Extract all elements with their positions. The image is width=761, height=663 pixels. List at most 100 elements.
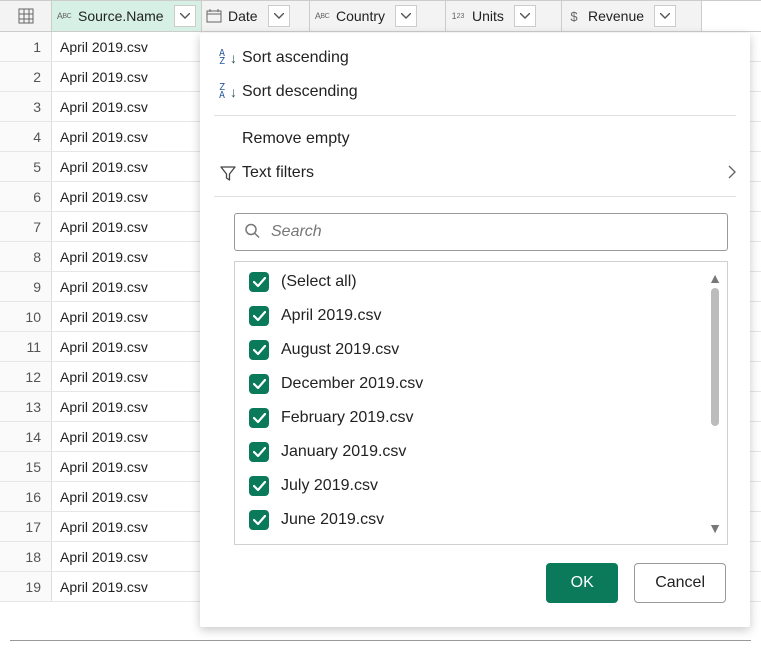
checkbox-checked-icon[interactable]: [249, 306, 269, 326]
filter-value-label: (Select all): [281, 273, 357, 291]
filter-value-item[interactable]: December 2019.csv: [249, 374, 713, 394]
cell-source-name[interactable]: April 2019.csv: [52, 422, 202, 451]
column-header-source-name[interactable]: ABC Source.Name: [52, 1, 202, 31]
cancel-button[interactable]: Cancel: [634, 563, 726, 603]
checkbox-checked-icon[interactable]: [249, 442, 269, 462]
cell-source-name[interactable]: April 2019.csv: [52, 242, 202, 271]
column-header-date[interactable]: Date: [202, 1, 310, 31]
filter-value-label: August 2019.csv: [281, 341, 399, 359]
checkbox-checked-icon[interactable]: [249, 408, 269, 428]
filter-value-item[interactable]: July 2019.csv: [249, 476, 713, 496]
text-filters-item[interactable]: Text filters: [200, 156, 750, 190]
row-number: 5: [0, 152, 52, 181]
row-number: 1: [0, 32, 52, 61]
menu-label: Sort ascending: [242, 49, 349, 67]
cell-source-name[interactable]: April 2019.csv: [52, 122, 202, 151]
column-name: Date: [226, 8, 266, 24]
number-type-icon: 123: [446, 11, 470, 21]
filter-value-item[interactable]: June 2019.csv: [249, 510, 713, 530]
cell-source-name[interactable]: April 2019.csv: [52, 512, 202, 541]
cell-source-name[interactable]: April 2019.csv: [52, 362, 202, 391]
cell-source-name[interactable]: April 2019.csv: [52, 182, 202, 211]
cell-source-name[interactable]: April 2019.csv: [52, 482, 202, 511]
chevron-down-icon: [520, 13, 530, 19]
search-input[interactable]: [234, 213, 728, 251]
scroll-down-icon[interactable]: ▼: [708, 520, 722, 536]
filter-value-label: April 2019.csv: [281, 307, 382, 325]
row-number: 18: [0, 542, 52, 571]
chevron-down-icon: [660, 13, 670, 19]
filter-value-label: July 2019.csv: [281, 477, 378, 495]
column-header-country[interactable]: ABC Country: [310, 1, 446, 31]
menu-label: Remove empty: [242, 130, 350, 148]
cell-source-name[interactable]: April 2019.csv: [52, 542, 202, 571]
column-name: Country: [334, 8, 393, 24]
checkbox-checked-icon[interactable]: [249, 476, 269, 496]
sort-descending-item[interactable]: ZA↓ Sort descending: [200, 75, 750, 109]
checkbox-checked-icon[interactable]: [249, 272, 269, 292]
cell-source-name[interactable]: April 2019.csv: [52, 572, 202, 601]
chevron-right-icon: [728, 165, 736, 182]
column-filter-button-revenue[interactable]: [654, 5, 676, 27]
column-filter-button-date[interactable]: [268, 5, 290, 27]
scrollbar-track[interactable]: [711, 288, 719, 518]
filter-value-item[interactable]: April 2019.csv: [249, 306, 713, 326]
row-number: 11: [0, 332, 52, 361]
search-field-wrap: [234, 213, 728, 251]
column-header-row: ABC Source.Name Date ABC Country 123 Un: [0, 0, 761, 32]
filter-value-label: February 2019.csv: [281, 409, 414, 427]
sort-desc-icon: ZA↓: [214, 84, 242, 100]
filter-value-label: January 2019.csv: [281, 443, 406, 461]
row-number: 7: [0, 212, 52, 241]
cell-source-name[interactable]: April 2019.csv: [52, 332, 202, 361]
cell-source-name[interactable]: April 2019.csv: [52, 302, 202, 331]
date-type-icon: [202, 9, 226, 23]
column-header-revenue[interactable]: $ Revenue: [562, 1, 702, 31]
filter-dropdown-panel: AZ↓ Sort ascending ZA↓ Sort descending R…: [200, 33, 750, 627]
row-number: 17: [0, 512, 52, 541]
cell-source-name[interactable]: April 2019.csv: [52, 152, 202, 181]
cell-source-name[interactable]: April 2019.csv: [52, 212, 202, 241]
cell-source-name[interactable]: April 2019.csv: [52, 32, 202, 61]
row-number: 16: [0, 482, 52, 511]
filter-value-item[interactable]: February 2019.csv: [249, 408, 713, 428]
checkbox-checked-icon[interactable]: [249, 374, 269, 394]
row-number: 2: [0, 62, 52, 91]
row-number: 4: [0, 122, 52, 151]
row-number: 8: [0, 242, 52, 271]
checkbox-checked-icon[interactable]: [249, 340, 269, 360]
ok-button[interactable]: OK: [546, 563, 618, 603]
column-filter-button-source[interactable]: [174, 5, 196, 27]
row-number: 12: [0, 362, 52, 391]
column-filter-button-country[interactable]: [395, 5, 417, 27]
checkbox-checked-icon[interactable]: [249, 510, 269, 530]
chevron-down-icon: [180, 13, 190, 19]
row-number: 6: [0, 182, 52, 211]
cell-source-name[interactable]: April 2019.csv: [52, 392, 202, 421]
filter-value-item[interactable]: (Select all): [249, 272, 713, 292]
filter-value-item[interactable]: August 2019.csv: [249, 340, 713, 360]
row-number-header: [0, 1, 52, 31]
column-name: Revenue: [586, 8, 652, 24]
currency-type-icon: $: [562, 9, 586, 24]
cell-source-name[interactable]: April 2019.csv: [52, 92, 202, 121]
cell-source-name[interactable]: April 2019.csv: [52, 272, 202, 301]
scrollbar[interactable]: ▲ ▼: [709, 270, 721, 536]
scrollbar-thumb[interactable]: [711, 288, 719, 426]
footer-divider: [10, 640, 751, 641]
sort-ascending-item[interactable]: AZ↓ Sort ascending: [200, 41, 750, 75]
row-number: 9: [0, 272, 52, 301]
cell-source-name[interactable]: April 2019.csv: [52, 62, 202, 91]
funnel-icon: [214, 164, 242, 182]
row-number: 14: [0, 422, 52, 451]
column-filter-button-units[interactable]: [514, 5, 536, 27]
menu-label: Sort descending: [242, 83, 358, 101]
cell-source-name[interactable]: April 2019.csv: [52, 452, 202, 481]
row-number: 3: [0, 92, 52, 121]
menu-label: Text filters: [242, 164, 314, 182]
filter-value-item[interactable]: January 2019.csv: [249, 442, 713, 462]
column-header-units[interactable]: 123 Units: [446, 1, 562, 31]
filter-values-listbox: (Select all) April 2019.csv August 2019.cs…: [234, 261, 728, 545]
scroll-up-icon[interactable]: ▲: [708, 270, 722, 286]
remove-empty-item[interactable]: Remove empty: [200, 122, 750, 156]
